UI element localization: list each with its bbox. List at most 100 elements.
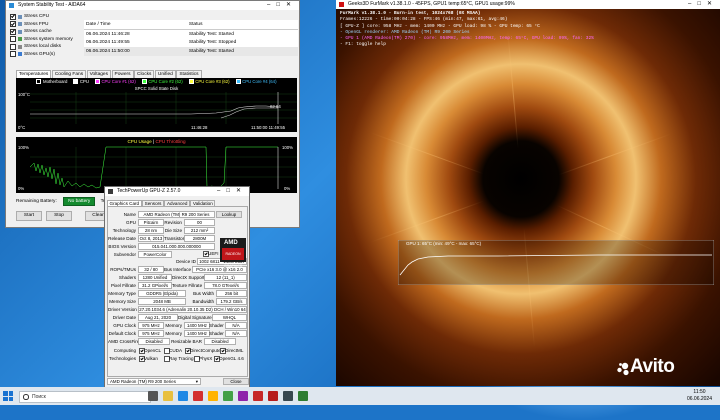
default-memory-value: 1400 MHz [184, 330, 210, 338]
furmark-overlay-text: FurMark v1.38.1.0 - Burn-in test, 1024x7… [340, 11, 594, 49]
stress-memory-checkbox[interactable] [10, 36, 16, 43]
bios-value: 015.041.000.000.000000 [138, 243, 215, 251]
row-date: 06.06.2024 11:46:28 [86, 31, 130, 37]
name-value: AMD Radeon (TM) R9 200 Series [138, 211, 215, 219]
taskbar-search[interactable]: Поиск [19, 391, 151, 403]
gpu-clock-label: GPU Clock [113, 323, 136, 328]
stop-button[interactable]: Stop [46, 211, 72, 221]
tab-temperatures[interactable]: Temperatures [16, 70, 52, 78]
driver-date-label: Driver Date [112, 315, 136, 320]
start-button[interactable] [3, 391, 13, 401]
technology-label: Technology [112, 228, 136, 233]
rops-value: 32 / 80 [138, 266, 164, 274]
radeon-logo-text: RADEON GRAPHICS [222, 248, 244, 268]
table-row[interactable]: 06.06.2024 11:49:55 Stability Test: Stopp… [84, 39, 298, 48]
bios-label: BIOS Version [108, 244, 136, 249]
opengl-label: OpenGL 4.6 [219, 356, 244, 361]
furmark-title: Geeks3D FurMark v1.38.1.0 - 45FPS, GPU1 … [348, 1, 515, 7]
amd-radeon-logo: AMD RADEON GRAPHICS [220, 238, 246, 268]
furmark-taskbar-icon[interactable] [268, 391, 278, 401]
uefi-label: UEFI [208, 251, 219, 256]
bus-width-value: 256 bit [216, 290, 247, 298]
edge-icon[interactable] [178, 391, 188, 401]
shaders-label: Shaders [118, 275, 136, 280]
tab-clocks[interactable]: Clocks [134, 70, 155, 78]
opencl-label: OpenCL [144, 348, 162, 353]
battery-status: No battery [63, 197, 96, 206]
stress-gpu-option[interactable]: Stress GPU(s) [10, 51, 80, 59]
start-button[interactable]: Start [16, 211, 42, 221]
gpuz-titlebar[interactable]: TechPowerUp GPU-Z 2.57.0 –□✕ [105, 187, 249, 196]
crossfire-value: Disabled [138, 338, 170, 346]
subvendor-value: PowerColor [138, 251, 172, 259]
col-status[interactable]: Status [186, 20, 298, 30]
gpu-select-dropdown[interactable]: AMD Radeon (TM) R9 200 Series ▾ [107, 378, 201, 386]
furmark-icon [339, 2, 344, 7]
aida64-taskbar-icon[interactable] [253, 391, 263, 401]
technology-value: 28 nm [138, 227, 164, 235]
col-date[interactable]: Date / Time [84, 20, 187, 30]
gpuz-icon [108, 189, 113, 194]
window-controls[interactable]: –□✕ [688, 0, 718, 9]
fur-light-ray [520, 188, 539, 386]
tab-statistics[interactable]: Statistics [176, 70, 202, 78]
fur-light-ray [521, 119, 710, 189]
avito-watermark: Avito [630, 356, 675, 377]
pixel-fillrate-value: 31.2 GPixel/s [138, 282, 172, 290]
tab-voltages[interactable]: Voltages [86, 70, 111, 78]
app-icon[interactable] [223, 391, 233, 401]
bandwidth-value: 179.2 GB/s [216, 298, 247, 306]
memory-icon [18, 37, 22, 42]
stress-cache-option[interactable]: Stress cache [10, 28, 80, 36]
row-status: Stability Test: Started [188, 31, 234, 37]
texture-fillrate-label: Texture Fillrate [172, 283, 203, 288]
stress-fpu-checkbox[interactable] [10, 21, 16, 28]
stress-options: Stress CPU Stress FPU Stress cache Stres… [10, 13, 80, 58]
cache-icon [18, 29, 22, 34]
stress-memory-option[interactable]: Stress system memory [10, 36, 80, 44]
graph-tabs: Temperatures Cooling Fans Voltages Power… [16, 70, 202, 78]
default-clock-label: Default Clock [108, 331, 136, 336]
digital-signature-label: Digital Signature [178, 315, 212, 320]
directx-value: 12 (11_1) [204, 274, 247, 282]
folder-icon[interactable] [208, 391, 218, 401]
name-label: Name [123, 212, 136, 217]
fur-render-view[interactable] [336, 0, 720, 386]
digital-signature-value: WHQL [212, 314, 247, 322]
directcompute-label: DirectCompute [190, 348, 221, 353]
opera-icon[interactable] [193, 391, 203, 401]
lookup-button[interactable]: Lookup [216, 211, 242, 219]
gpuz-taskbar-icon[interactable] [283, 391, 293, 401]
task-view-icon[interactable] [148, 391, 158, 401]
stress-disks-checkbox[interactable] [10, 43, 16, 50]
tab-powers[interactable]: Powers [111, 70, 134, 78]
shaders-value: 1280 Unified [138, 274, 172, 282]
app-icon[interactable] [238, 391, 248, 401]
furmark-window: Geeks3D FurMark v1.38.1.0 - 45FPS, GPU1 … [336, 0, 720, 386]
table-row[interactable]: 06.06.2024 11:46:28 Stability Test: Start… [84, 30, 298, 39]
stress-fpu-option[interactable]: Stress FPU [10, 21, 80, 29]
stress-gpu-checkbox[interactable] [10, 51, 16, 58]
tab-unified[interactable]: Unified [154, 70, 176, 78]
taskbar-clock[interactable]: 11:50 06.06.2024 [687, 389, 712, 402]
stress-cpu-option[interactable]: Stress CPU [10, 13, 80, 21]
file-explorer-icon[interactable] [163, 391, 173, 401]
close-button[interactable]: Close [223, 378, 249, 386]
furmark-titlebar[interactable]: Geeks3D FurMark v1.38.1.0 - 45FPS, GPU1 … [336, 0, 720, 9]
taskbar: Поиск 11:50 06.06.2024 [0, 387, 720, 405]
app-icon[interactable] [298, 391, 308, 401]
stability-titlebar[interactable]: System Stability Test - AIDA64 –□✕ [6, 1, 299, 10]
stress-cpu-checkbox[interactable] [10, 13, 16, 20]
cuda-label: CUDA [169, 348, 183, 353]
stress-disks-option[interactable]: Stress local disks [10, 43, 80, 51]
window-controls[interactable]: –□✕ [217, 187, 247, 196]
temperature-plot [30, 92, 297, 124]
cpu-icon [18, 14, 22, 19]
transistors-label: Transistors [164, 236, 187, 241]
table-row[interactable]: 06.06.2024 11:50:00 Stability Test: Start… [84, 47, 298, 56]
window-controls[interactable]: –□✕ [267, 1, 297, 10]
shader-clock-label: Shader [209, 323, 224, 328]
tab-cooling-fans[interactable]: Cooling Fans [51, 70, 87, 78]
stress-cache-checkbox[interactable] [10, 28, 16, 35]
driver-version-value: 27.20.1034.6 (Adrenalin 20.10.35 D2) DCH… [138, 306, 247, 314]
